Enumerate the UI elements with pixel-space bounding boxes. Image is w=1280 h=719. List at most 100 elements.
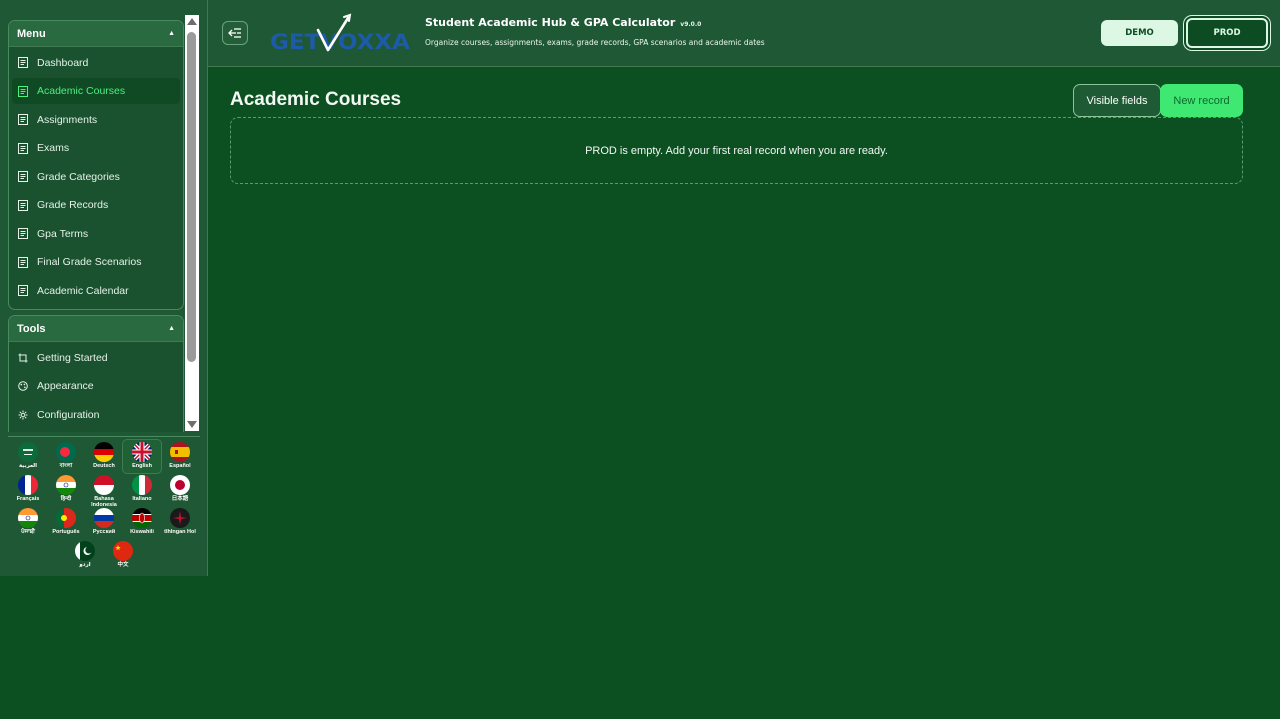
flag-uk-icon [132,442,152,462]
language-divider [8,436,200,437]
sidebar-item-label: Gpa Terms [37,227,89,240]
language-option-french[interactable]: Français [9,473,47,506]
app-version: v9.0.0 [680,21,702,28]
menu-panel: Menu ▲ Dashboard Academic Courses Assign… [8,20,184,310]
language-option-klingon[interactable]: tlhIngan Hol [161,506,199,539]
language-label: اردو [79,562,91,568]
sidebar-item-label: Grade Categories [37,170,120,183]
chevron-up-icon[interactable]: ▲ [168,30,175,37]
getvoxxa-logo[interactable]: GETVOXXA [268,12,413,56]
demo-environment-button[interactable]: DEMO [1101,20,1178,46]
language-option-urdu[interactable]: اردو [66,539,104,572]
flag-spain-icon [170,442,190,462]
flag-japan-icon [170,475,190,495]
sidebar-item-dashboard[interactable]: Dashboard [12,50,180,76]
document-icon [18,85,28,97]
flag-saudi-arabia-icon [18,442,38,462]
app-title-text: Student Academic Hub & GPA Calculator [425,16,676,29]
sidebar-item-label: Final Grade Scenarios [37,256,142,268]
tools-panel: Tools ▲ Getting Started Appearance Confi… [8,315,184,432]
visible-fields-button[interactable]: Visible fields [1073,84,1161,117]
palette-icon [18,381,28,392]
sidebar-item-getting-started[interactable]: Getting Started [12,345,180,371]
language-option-swahili[interactable]: Kiswahili [123,506,161,539]
menu-panel-header[interactable]: Menu ▲ [9,21,183,47]
sidebar-item-configuration[interactable]: Configuration [12,402,180,428]
sidebar-scrollbar[interactable] [185,15,199,431]
sidebar-item-label: Dashboard [37,56,89,69]
flag-bangladesh-icon [56,442,76,462]
language-option-italian[interactable]: Italiano [123,473,161,506]
prod-environment-button[interactable]: PROD [1186,18,1268,48]
language-label: Español [169,463,191,469]
sidebar-scroll-area: Menu ▲ Dashboard Academic Courses Assign… [0,0,208,432]
language-option-indonesian[interactable]: Bahasa Indonesia [85,473,123,508]
flag-portugal-icon [56,508,76,528]
sidebar-item-label: Appearance [37,380,94,392]
menu-panel-title: Menu [17,27,46,40]
crop-icon [18,352,28,363]
scrollbar-thumb[interactable] [187,32,196,362]
document-icon [18,171,28,182]
new-record-button[interactable]: New record [1160,84,1243,117]
document-icon [18,142,28,154]
sidebar-item-academic-courses[interactable]: Academic Courses [12,78,180,104]
language-label: Português [52,529,80,535]
top-header: GETVOXXA Student Academic Hub & GPA Calc… [208,0,1280,67]
language-label: ਪੰਜਾਬੀ [21,529,35,535]
sidebar-item-academic-calendar[interactable]: Academic Calendar [12,278,180,304]
sidebar-item-label: Getting Started [37,351,108,364]
language-label: 日本語 [171,496,189,502]
app-title: Student Academic Hub & GPA Calculator v9.… [425,16,701,29]
language-option-german[interactable]: Deutsch [85,440,123,473]
flag-kenya-icon [132,508,152,528]
flag-indonesia-icon [94,475,114,495]
language-option-portuguese[interactable]: Português [47,506,85,539]
logo-text: GETVOXXA [270,30,411,54]
language-label: English [132,463,152,469]
tools-panel-header[interactable]: Tools ▲ [9,316,183,342]
document-icon [18,228,28,239]
language-label: 中文 [117,562,129,568]
language-option-japanese[interactable]: 日本語 [161,473,199,506]
language-option-chinese[interactable]: 中文 [104,539,142,572]
sidebar-item-exams[interactable]: Exams [12,135,180,161]
sidebar-item-assignments[interactable]: Assignments [12,107,180,133]
language-option-bengali[interactable]: বাংলা [47,440,85,473]
flag-italy-icon [132,475,152,495]
sidebar-item-grade-records[interactable]: Grade Records [12,192,180,218]
sidebar-item-label: Exams [37,142,70,154]
language-option-arabic[interactable]: العربية [9,440,47,473]
language-option-hindi[interactable]: हिन्दी [47,473,85,506]
language-option-english[interactable]: English [122,439,162,474]
sidebar-item-gpa-terms[interactable]: Gpa Terms [12,221,180,247]
document-icon [18,285,28,296]
language-label: العربية [18,463,38,469]
language-label: Deutsch [93,463,115,469]
flag-pakistan-icon [75,541,95,561]
language-label: हिन्दी [60,496,72,502]
sidebar-toggle-button[interactable] [222,21,248,45]
language-option-spanish[interactable]: Español [161,440,199,473]
language-label: Français [16,496,40,502]
sidebar-item-appearance[interactable]: Appearance [12,373,180,399]
document-icon [18,199,28,211]
flag-china-icon [113,541,133,561]
sidebar-item-grade-categories[interactable]: Grade Categories [12,164,180,190]
language-label: Italiano [132,496,152,502]
language-picker: العربية বাংলা Deutsch English Español Fr… [8,439,200,572]
scroll-up-arrow-icon[interactable] [187,18,197,25]
empty-state-box: PROD is empty. Add your first real recor… [230,117,1243,184]
sidebar-item-final-grade-scenarios[interactable]: Final Grade Scenarios [12,249,180,275]
flag-germany-icon [94,442,114,462]
language-option-punjabi[interactable]: ਪੰਜਾਬੀ [9,506,47,539]
app-subtitle: Organize courses, assignments, exams, gr… [425,38,765,47]
empty-state-message: PROD is empty. Add your first real recor… [585,144,888,157]
language-option-russian[interactable]: Русский [85,506,123,539]
chevron-up-icon[interactable]: ▲ [168,325,175,332]
document-icon [18,57,28,68]
sidebar-item-label: Assignments [37,113,98,126]
scroll-down-arrow-icon[interactable] [187,421,197,428]
tools-panel-title: Tools [17,322,46,335]
flag-france-icon [18,475,38,495]
